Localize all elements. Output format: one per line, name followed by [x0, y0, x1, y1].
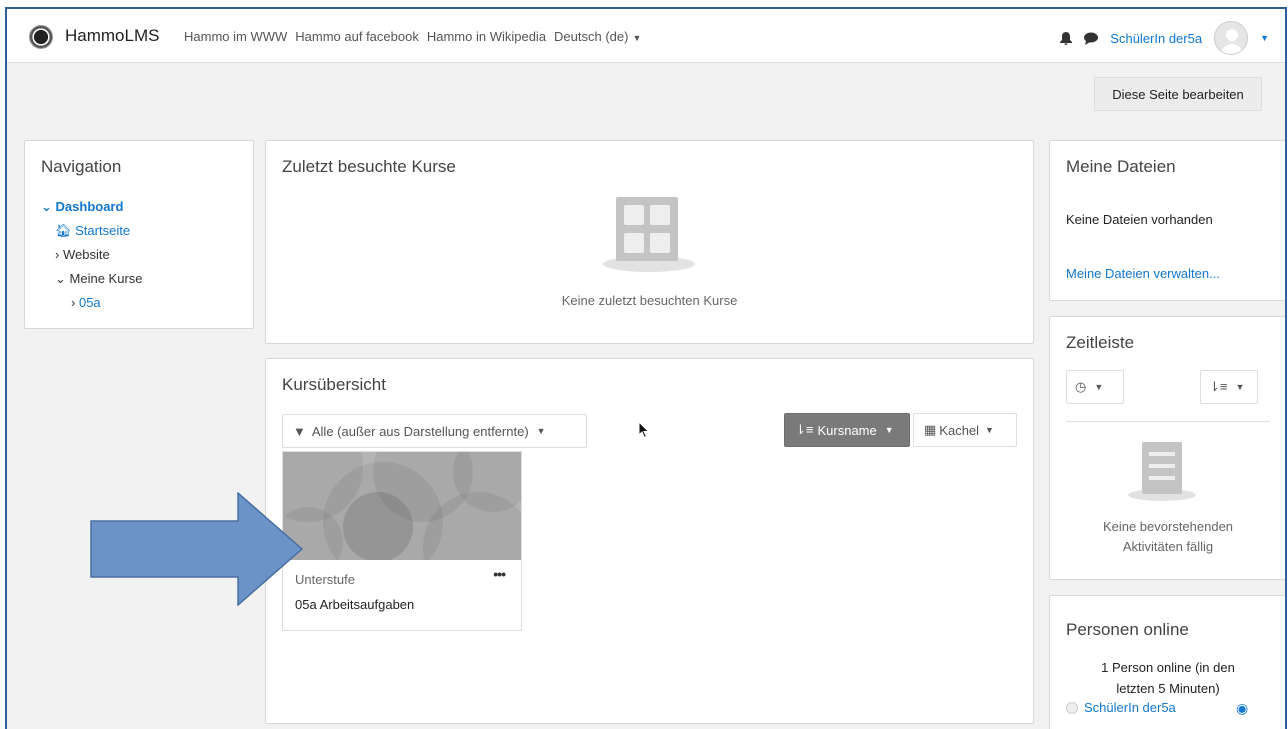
- language-menu[interactable]: Deutsch (de) ▼: [554, 29, 641, 44]
- timeline-sort[interactable]: ⇂≡ ▼: [1200, 370, 1258, 404]
- chevron-right-icon: ›: [55, 247, 60, 262]
- site-brand[interactable]: HammoLMS: [65, 26, 159, 46]
- timeline-title: Zeitleiste: [1066, 333, 1135, 352]
- grid-icon: ▦: [924, 422, 937, 437]
- navigation-tree: ⌄ Dashboard 🏠︎ Startseite › Website ⌄ Me…: [41, 195, 143, 315]
- recent-courses-empty-text: Keine zuletzt besuchten Kurse: [561, 293, 738, 308]
- navigation-block: Navigation ⌄ Dashboard 🏠︎ Startseite › W…: [24, 140, 254, 329]
- timeline-empty-line2: Aktivitäten fällig: [1122, 539, 1214, 554]
- link-hammo-facebook[interactable]: Hammo auf facebook: [295, 29, 419, 44]
- home-icon: 🏠︎: [55, 223, 72, 238]
- nav-item-website[interactable]: › Website: [41, 243, 143, 267]
- user-area: SchülerIn der5a ▼: [1060, 21, 1269, 55]
- course-filter-dropdown[interactable]: ▼ Alle (außer aus Darstellung entfernte)…: [282, 414, 587, 448]
- course-filter-label: Alle (außer aus Darstellung entfernte): [311, 423, 529, 439]
- nav-item-course-05a[interactable]: › 05a: [41, 291, 143, 315]
- link-hammo-www[interactable]: Hammo im WWW: [184, 29, 287, 44]
- my-files-block: Meine Dateien Keine Dateien vorhanden Me…: [1049, 140, 1285, 301]
- nav-item-home[interactable]: 🏠︎ Startseite: [41, 219, 143, 243]
- user-name-link[interactable]: SchülerIn der5a: [1110, 31, 1202, 46]
- nav-item-dashboard[interactable]: ⌄ Dashboard: [41, 195, 143, 219]
- nav-course-label: 05a: [78, 295, 101, 310]
- nav-item-my-courses[interactable]: ⌄ Meine Kurse: [41, 267, 143, 291]
- my-files-empty: Keine Dateien vorhanden: [1066, 212, 1213, 227]
- navbar-links: Hammo im WWW Hammo auf facebook Hammo in…: [184, 29, 641, 44]
- my-files-title: Meine Dateien: [1066, 157, 1176, 176]
- nav-dashboard-label: Dashboard: [55, 199, 124, 214]
- timeline-block: Zeitleiste ◷ ▼ ⇂≡ ▼ Keine bevorstehenden A…: [1049, 316, 1285, 580]
- edit-page-button[interactable]: Diese Seite bearbeiten: [1094, 77, 1262, 111]
- online-count-line2: letzten 5 Minuten): [1116, 681, 1220, 696]
- nav-website-label: Website: [62, 247, 110, 262]
- annotation-arrow: [90, 492, 304, 606]
- courses-empty-icon: [616, 197, 678, 261]
- chat-icon[interactable]: [1084, 32, 1099, 45]
- chevron-down-icon: ⌄: [41, 199, 52, 214]
- view-label: Kachel: [939, 422, 980, 438]
- course-card[interactable]: Unterstufe ••• 05a Arbeitsaufgaben: [282, 451, 522, 631]
- chevron-right-icon: ›: [71, 295, 76, 310]
- online-user-link[interactable]: SchülerIn der5a: [1084, 700, 1176, 715]
- sort-dropdown[interactable]: ⇂≡ Kursname ▼: [784, 413, 910, 447]
- nav-my-courses-label: Meine Kurse: [69, 271, 143, 286]
- view-dropdown[interactable]: ▦ Kachel ▼: [913, 413, 1017, 447]
- nav-home-label: Startseite: [75, 223, 131, 238]
- timeline-empty-icon: [1142, 442, 1182, 494]
- language-label: Deutsch (de): [554, 29, 629, 44]
- chevron-down-icon: ▼: [536, 426, 546, 436]
- bell-icon[interactable]: [1060, 31, 1073, 45]
- user-avatar[interactable]: [1214, 21, 1249, 55]
- online-user-row: SchülerIn der5a: [1066, 700, 1176, 715]
- recent-courses-block: Zuletzt besuchte Kurse Keine zuletzt bes…: [265, 140, 1034, 344]
- chevron-down-icon: ▼: [1094, 382, 1104, 392]
- course-name-link[interactable]: 05a Arbeitsaufgaben: [295, 597, 414, 612]
- chevron-down-icon: ▼: [1235, 382, 1245, 392]
- chevron-down-icon: ▼: [632, 33, 642, 43]
- course-overview-title: Kursübersicht: [282, 375, 386, 394]
- recent-courses-title: Zuletzt besuchte Kurse: [282, 157, 456, 176]
- timeline-date-filter[interactable]: ◷ ▼: [1066, 370, 1124, 404]
- user-menu-chevron-icon[interactable]: ▼: [1260, 33, 1269, 43]
- timeline-divider: [1066, 421, 1270, 422]
- chevron-down-icon: ▼: [884, 425, 894, 435]
- chevron-down-icon: ⌄: [55, 271, 66, 286]
- clock-icon: ◷: [1075, 379, 1087, 394]
- top-navbar: HammoLMS Hammo im WWW Hammo auf facebook…: [7, 9, 1285, 63]
- manage-files-link[interactable]: Meine Dateien verwalten...: [1066, 266, 1220, 281]
- sort-icon: ⇂≡: [1209, 379, 1228, 394]
- navigation-title: Navigation: [41, 157, 122, 176]
- school-logo-icon[interactable]: [29, 25, 53, 49]
- online-users-block: Personen online 1 Person online (in den …: [1049, 595, 1285, 729]
- course-actions-menu[interactable]: •••: [493, 566, 506, 582]
- user-avatar-icon: [1066, 701, 1078, 714]
- online-users-title: Personen online: [1066, 620, 1189, 639]
- filter-icon: ▼: [293, 423, 306, 439]
- chevron-down-icon: ▼: [985, 425, 994, 435]
- course-image[interactable]: [283, 452, 521, 560]
- browser-viewport: HammoLMS Hammo im WWW Hammo auf facebook…: [5, 7, 1287, 729]
- timeline-empty-line1: Keine bevorstehenden: [1102, 519, 1234, 534]
- sort-icon: ⇂≡: [795, 422, 814, 437]
- screenshot-caption-fragment: [0, 0, 1288, 7]
- mouse-cursor-icon: [638, 421, 650, 439]
- online-count-line1: 1 Person online (in den: [1101, 660, 1235, 675]
- eye-icon[interactable]: ◉: [1236, 700, 1248, 717]
- link-hammo-wikipedia[interactable]: Hammo in Wikipedia: [427, 29, 546, 44]
- sort-label: Kursname: [817, 422, 877, 438]
